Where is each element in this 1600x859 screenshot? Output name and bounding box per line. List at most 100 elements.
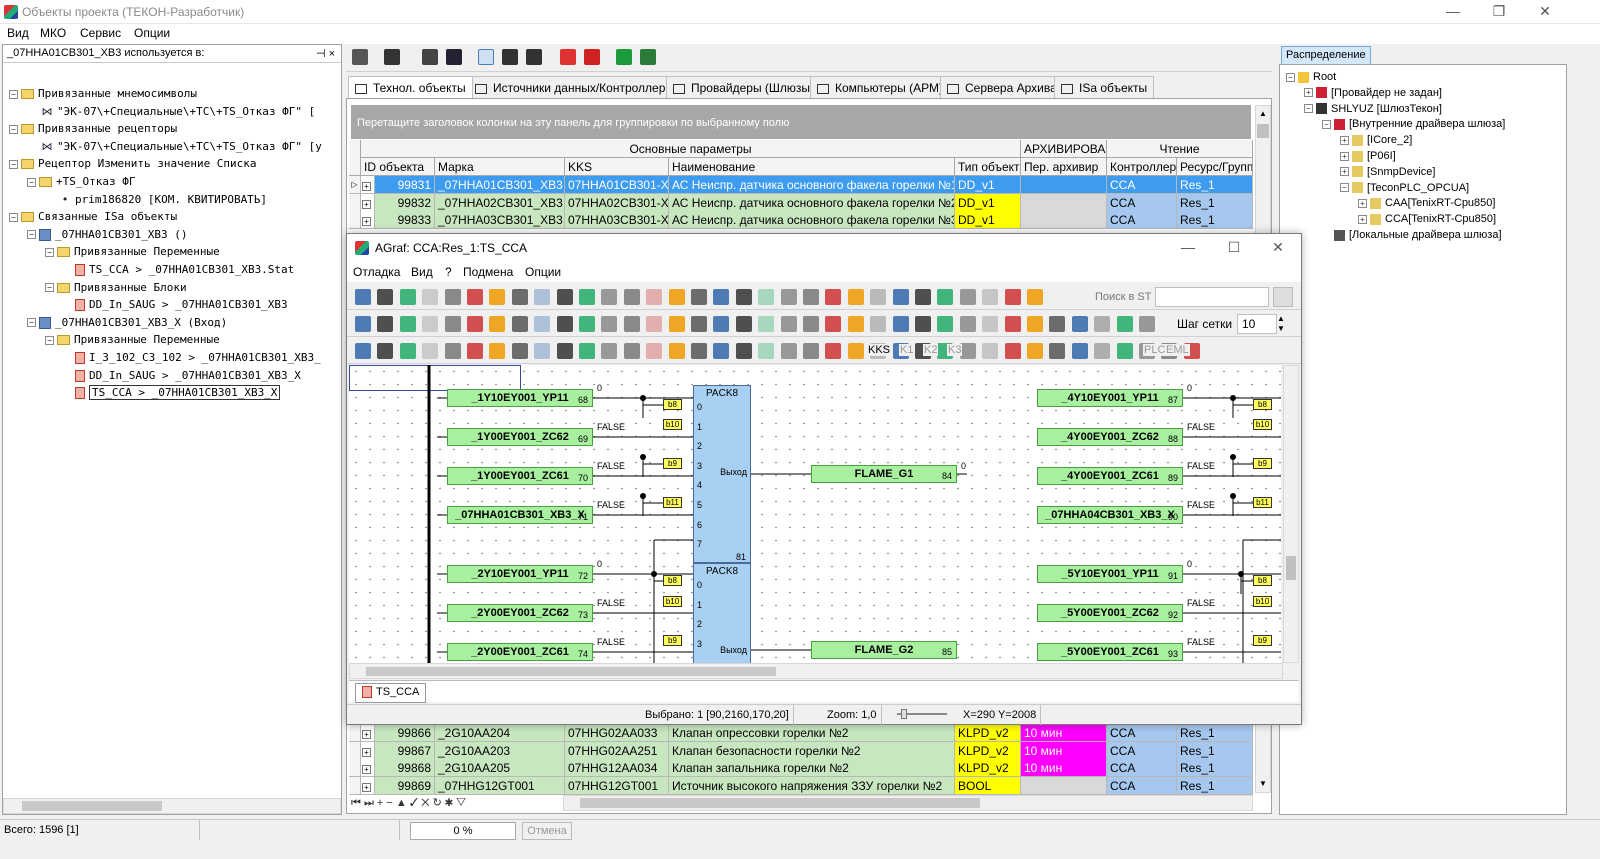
toolbar-icon[interactable] bbox=[803, 289, 819, 305]
toolbar-icon[interactable] bbox=[959, 316, 976, 332]
toolbar-icon[interactable] bbox=[579, 316, 595, 332]
expand-row-cell[interactable]: + bbox=[361, 776, 375, 795]
import-icon[interactable] bbox=[560, 49, 576, 65]
toolbar-icon[interactable] bbox=[467, 289, 483, 305]
expand-row-cell[interactable]: + bbox=[361, 176, 375, 194]
bit-tag[interactable]: b9 bbox=[1253, 635, 1272, 646]
pack8-block[interactable]: PACK8 0 1 2 3 Выход bbox=[693, 563, 751, 663]
agraf-maximize-button[interactable]: ☐ bbox=[1211, 236, 1257, 260]
menu-service[interactable]: Сервис bbox=[80, 26, 121, 40]
table-cell[interactable]: 10 мин bbox=[1021, 759, 1107, 778]
row-indicator[interactable]: ▷ bbox=[349, 176, 361, 194]
toolbar-icon[interactable] bbox=[959, 289, 976, 305]
keyboard-icon[interactable] bbox=[352, 49, 368, 65]
expand-row-icon[interactable]: + bbox=[362, 217, 371, 227]
tab-providers[interactable]: Провайдеры (Шлюзы) bbox=[666, 76, 822, 98]
column-header[interactable]: Контроллер bbox=[1107, 158, 1177, 176]
menu-options[interactable]: Опции bbox=[525, 265, 561, 279]
tree-row[interactable]: TS_CCA > _07HHA01CB301_XB3.Stat bbox=[63, 261, 294, 278]
variable-block[interactable]: _2Y00EY001_ZC61 74 bbox=[447, 643, 593, 661]
kks-label[interactable]: PLC bbox=[1143, 344, 1167, 356]
toolbar-icon[interactable] bbox=[444, 343, 461, 359]
toolbar-icon[interactable] bbox=[780, 316, 797, 332]
table-cell[interactable]: Res_1 bbox=[1177, 741, 1253, 760]
table-cell[interactable]: 99867 bbox=[375, 741, 435, 760]
toolbar-icon[interactable] bbox=[355, 343, 371, 359]
grid-step-input[interactable]: 10 bbox=[1237, 314, 1277, 334]
toolbar-icon[interactable] bbox=[646, 343, 663, 359]
tree-row[interactable]: ⋈ "ЭК-07\+Специальные\+ТС\+TS_Отказ ФГ" [ bbox=[27, 103, 316, 120]
expand-row-icon[interactable]: + bbox=[362, 782, 371, 792]
table-cell[interactable]: KLPD_v2 bbox=[955, 741, 1021, 760]
filter-icon[interactable] bbox=[478, 49, 494, 65]
tree-row[interactable]: + CAA[TenixRT-Cpu850] bbox=[1358, 195, 1495, 212]
bit-tag[interactable]: b8 bbox=[1253, 575, 1272, 586]
bit-tag[interactable]: b8 bbox=[663, 575, 682, 586]
column-header[interactable]: Марка bbox=[435, 158, 565, 176]
toolbar-icon[interactable] bbox=[355, 316, 371, 332]
toolbar-icon[interactable] bbox=[444, 316, 461, 332]
scroll-thumb[interactable] bbox=[366, 667, 776, 676]
expand-row-cell[interactable]: + bbox=[361, 759, 375, 778]
toolbar-icon[interactable] bbox=[1071, 316, 1088, 332]
agraf-close-button[interactable]: ✕ bbox=[1255, 236, 1301, 260]
toolbar-icon[interactable] bbox=[623, 343, 640, 359]
toolbar-icon[interactable] bbox=[534, 343, 551, 359]
bit-tag[interactable]: b11 bbox=[1253, 497, 1272, 508]
table-cell[interactable]: Клапан запальника горелки №2 bbox=[669, 759, 955, 778]
table-cell[interactable]: _07HHA01CB301_XB3 bbox=[435, 176, 565, 194]
toolbar-icon[interactable] bbox=[735, 316, 752, 332]
toolbar-icon[interactable] bbox=[511, 316, 528, 332]
table-cell[interactable]: _2G10AA205 bbox=[435, 759, 565, 778]
minimize-button[interactable]: — bbox=[1430, 0, 1476, 24]
tree-row[interactable]: − Рецептор Изменить значение Списка bbox=[9, 155, 257, 172]
toolbar-icon[interactable] bbox=[668, 316, 685, 332]
menu-options[interactable]: Опции bbox=[134, 26, 170, 40]
bit-tag[interactable]: b10 bbox=[663, 419, 682, 430]
toolbar-icon[interactable] bbox=[691, 343, 707, 359]
toolbar-icon[interactable] bbox=[825, 289, 842, 305]
bit-tag[interactable]: b9 bbox=[1253, 458, 1272, 469]
toolbar-icon[interactable] bbox=[937, 316, 954, 332]
toolbar-icon[interactable] bbox=[534, 289, 551, 305]
column-header[interactable]: Ресурс/Группа bbox=[1177, 158, 1253, 176]
toolbar-icon[interactable] bbox=[1027, 289, 1043, 305]
row-indicator[interactable] bbox=[349, 776, 361, 795]
toolbar-icon[interactable] bbox=[646, 289, 663, 305]
expand-toggle-icon[interactable]: − bbox=[27, 177, 36, 187]
zoom-slider[interactable] bbox=[897, 709, 947, 719]
toolbar-icon[interactable] bbox=[803, 316, 819, 332]
table-cell[interactable]: 10 мин bbox=[1021, 724, 1107, 742]
table-cell[interactable]: Клапан безопасности горелки №2 bbox=[669, 741, 955, 760]
tab-isa-objects[interactable]: ISa объекты bbox=[1054, 76, 1155, 98]
close-button[interactable]: ✕ bbox=[1522, 0, 1568, 24]
variable-block[interactable]: _2Y00EY001_ZC62 73 bbox=[447, 604, 593, 622]
toolbar-icon[interactable] bbox=[691, 316, 707, 332]
table-cell[interactable] bbox=[1021, 193, 1107, 212]
table-cell[interactable]: 99869 bbox=[375, 776, 435, 795]
kks-label[interactable]: EML bbox=[1165, 344, 1190, 356]
expand-row-icon[interactable]: + bbox=[362, 199, 371, 209]
table-cell[interactable]: CCA bbox=[1107, 193, 1177, 212]
toolbar-icon[interactable] bbox=[1004, 316, 1021, 332]
expand-row-icon[interactable]: + bbox=[362, 730, 371, 739]
toolbar-icon[interactable] bbox=[511, 289, 528, 305]
toolbar-icon[interactable] bbox=[870, 289, 887, 305]
maximize-button[interactable]: ❐ bbox=[1476, 0, 1522, 24]
toolbar-icon[interactable] bbox=[601, 343, 618, 359]
expand-toggle-icon[interactable]: + bbox=[1358, 214, 1367, 224]
toolbar-icon[interactable] bbox=[1116, 316, 1133, 332]
diagram-canvas[interactable]: _1Y10EY001_YP11 68 0 _1Y00EY001_ZC62 69 FALSE… bbox=[349, 365, 1281, 663]
toolbar-icon[interactable] bbox=[1004, 289, 1021, 305]
run-step-icon[interactable] bbox=[640, 49, 656, 65]
table-cell[interactable]: АС Неиспр. датчика основного факела горе… bbox=[669, 176, 955, 194]
run-icon[interactable] bbox=[616, 49, 632, 65]
tree-icon[interactable] bbox=[502, 49, 518, 65]
table-cell[interactable] bbox=[1021, 776, 1107, 795]
search-st-input[interactable] bbox=[1155, 287, 1269, 307]
table-cell[interactable]: DD_v1 bbox=[955, 193, 1021, 212]
toolbar-icon[interactable] bbox=[758, 343, 775, 359]
table-cell[interactable]: CCA bbox=[1107, 759, 1177, 778]
variable-block[interactable]: _5Y00EY001_ZC61 93 bbox=[1037, 643, 1183, 661]
tree-row[interactable]: + [SnmpDevice] bbox=[1340, 164, 1435, 181]
